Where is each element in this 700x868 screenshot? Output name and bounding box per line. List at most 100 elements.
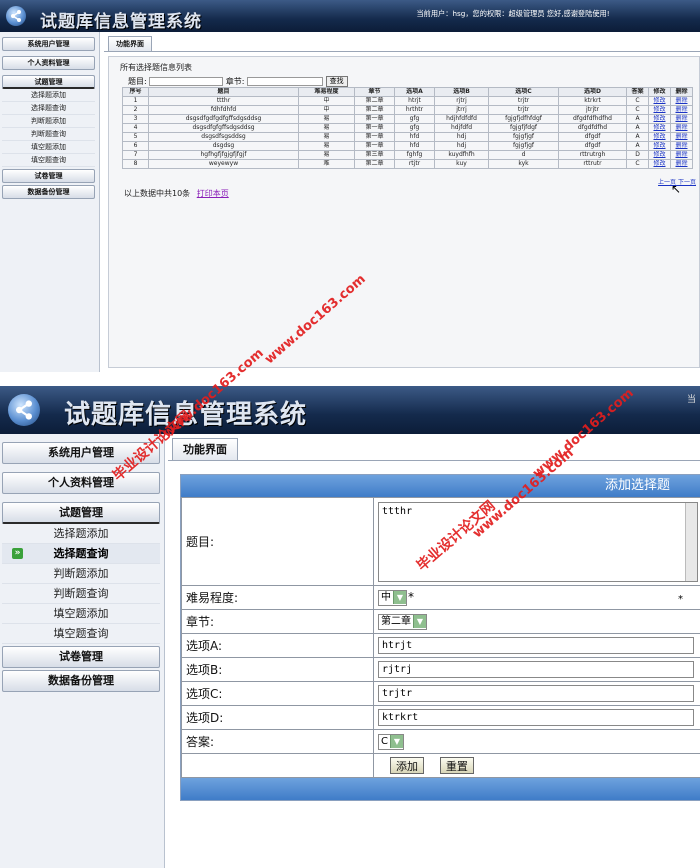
answer-cell: C ▼ <box>373 729 700 754</box>
add-button[interactable]: 添加 <box>390 757 424 774</box>
table-cell: 6 <box>122 141 149 151</box>
option-d-input[interactable]: ktrkrt <box>378 709 694 726</box>
edit-link[interactable]: 修改 <box>648 132 671 142</box>
table-header-row: 序号 题目 难易程度 章节 选项A 选项B 选项C 选项D 答案 修改 删除 <box>122 87 693 97</box>
title-textarea[interactable]: ttthr <box>378 501 698 582</box>
table-cell: dfgdf <box>558 141 627 151</box>
table-cell: dsgsdfsgsddsg <box>148 132 299 142</box>
edit-link[interactable]: 修改 <box>648 123 671 133</box>
table-cell: kuydfhfh <box>434 150 489 160</box>
table-cell: kyk <box>488 159 559 169</box>
table-cell: 第二章 <box>354 159 395 169</box>
edit-link[interactable]: 修改 <box>648 141 671 151</box>
sidebar-item-choice-add[interactable]: 选择题添加 <box>2 524 160 544</box>
table-header-cell: 答案 <box>626 87 649 97</box>
sidebar-section-exams[interactable]: 试卷管理 <box>2 169 95 183</box>
delete-link[interactable]: 删除 <box>670 105 693 115</box>
sidebar-item-choice-query[interactable]: 选择题查询 <box>2 102 95 115</box>
form-row-buttons: 添加 重置 <box>181 753 700 778</box>
sidebar-item-judge-query[interactable]: 判断题查询 <box>2 128 95 141</box>
table-cell: hfd <box>394 141 435 151</box>
sidebar-item-choice-query[interactable]: » 选择题查询 <box>2 544 160 564</box>
questions-table: 序号 题目 难易程度 章节 选项A 选项B 选项C 选项D 答案 修改 删除 1 ttthr 中第二章 h… <box>122 87 693 169</box>
print-page-link[interactable]: 打印本页 <box>197 189 229 198</box>
table-row: 2 fdhfdhfd 中第二章 hrthtr jtrrj trjtr jtrjtr C 修改 删除 <box>122 105 693 115</box>
tab-divider <box>104 51 700 52</box>
sidebar-section-questions[interactable]: 试题管理 <box>2 75 95 89</box>
edit-link[interactable]: 修改 <box>648 159 671 169</box>
sidebar-item-fill-add[interactable]: 填空题添加 <box>2 604 160 624</box>
form-table: 题目: ttthr 难易程度: 中 ▼ * 章节: 第二章 ▼ 选项A: htr… <box>181 497 700 778</box>
sidebar-section-questions[interactable]: 试题管理 <box>2 502 160 524</box>
tab-function[interactable]: 功能界面 <box>172 438 238 460</box>
sidebar-section-system-users[interactable]: 系统用户管理 <box>2 442 160 464</box>
option-a-label: 选项A: <box>181 633 374 658</box>
table-header-cell: 序号 <box>122 87 149 97</box>
option-c-label: 选项C: <box>181 681 374 706</box>
table-cell: 4 <box>122 123 149 133</box>
textarea-scrollbar[interactable] <box>685 502 697 581</box>
search-title-label: 题目: <box>128 77 147 86</box>
option-b-input[interactable]: rjtrj <box>378 661 694 678</box>
sidebar-section-system-users[interactable]: 系统用户管理 <box>2 37 95 51</box>
sidebar-item-label: 选择题查询 <box>53 547 109 560</box>
chapter-select[interactable]: 第二章 ▼ <box>378 613 427 630</box>
difficulty-select[interactable]: 中 ▼ <box>378 589 407 606</box>
table-cell: weyewyw <box>148 159 299 169</box>
sidebar-item-choice-add[interactable]: 选择题添加 <box>2 89 95 102</box>
table-cell: hdjhfdfdfd <box>434 114 489 124</box>
delete-link[interactable]: 删除 <box>670 141 693 151</box>
option-c-input[interactable]: trjtr <box>378 685 694 702</box>
table-cell: fghfg <box>394 150 435 160</box>
answer-select[interactable]: C ▼ <box>378 733 404 750</box>
delete-link[interactable]: 删除 <box>670 114 693 124</box>
option-a-input[interactable]: htrjt <box>378 637 694 654</box>
table-cell: 易 <box>298 123 355 133</box>
table-row: 1 ttthr 中第二章 htrjt rjtrj trjtr ktrkrt C 修改 删除 <box>122 96 693 106</box>
sidebar-item-fill-query[interactable]: 填空题查询 <box>2 624 160 644</box>
sidebar-item-fill-add[interactable]: 填空题添加 <box>2 141 95 154</box>
sidebar-item-judge-add[interactable]: 判断题添加 <box>2 564 160 584</box>
option-d-label: 选项D: <box>181 705 374 730</box>
table-cell: 1 <box>122 96 149 106</box>
difficulty-label: 难易程度: <box>181 585 374 610</box>
sidebar-item-judge-add[interactable]: 判断题添加 <box>2 115 95 128</box>
sidebar-section-profile[interactable]: 个人资料管理 <box>2 56 95 70</box>
main-area: 功能界面 添加选择题 题目: ttthr 难易程度: 中 ▼ * 章节: 第二章… <box>168 434 700 868</box>
app-header: 试题库信息管理系统 当前用户：hsg，您的权限：超级管理员 您好,感谢登陆使用! <box>0 0 700 32</box>
sidebar-section-backup[interactable]: 数据备份管理 <box>2 670 160 692</box>
sidebar-item-judge-query[interactable]: 判断题查询 <box>2 584 160 604</box>
edit-link[interactable]: 修改 <box>648 96 671 106</box>
reset-button[interactable]: 重置 <box>439 757 474 774</box>
sidebar-item-fill-query[interactable]: 填空题查询 <box>2 154 95 167</box>
search-title-input[interactable] <box>149 77 224 86</box>
table-cell: rtjtr <box>394 159 435 169</box>
table-cell: 易 <box>298 132 355 142</box>
table-cell: C <box>626 159 649 169</box>
delete-link[interactable]: 删除 <box>670 123 693 133</box>
delete-link[interactable]: 删除 <box>670 159 693 169</box>
table-cell: 第一章 <box>354 114 395 124</box>
sidebar: 系统用户管理 个人资料管理 试题管理 选择题添加 » 选择题查询 判断题添加 判… <box>0 434 165 868</box>
answer-value: C <box>381 735 388 747</box>
edit-link[interactable]: 修改 <box>648 105 671 115</box>
table-cell: dfgdf <box>558 132 627 142</box>
search-button[interactable]: 查找 <box>325 76 348 87</box>
search-chapter-input[interactable] <box>247 77 324 86</box>
option-a-cell: htrjt <box>373 633 700 658</box>
delete-link[interactable]: 删除 <box>670 96 693 106</box>
tab-function[interactable]: 功能界面 <box>108 36 152 51</box>
delete-link[interactable]: 删除 <box>670 132 693 142</box>
sidebar-section-backup[interactable]: 数据备份管理 <box>2 185 95 199</box>
table-cell: jtrrj <box>434 105 489 115</box>
option-c-cell: trjtr <box>373 681 700 706</box>
edit-link[interactable]: 修改 <box>648 150 671 160</box>
table-cell: A <box>626 123 649 133</box>
table-cell: 5 <box>122 132 149 142</box>
sidebar-section-profile[interactable]: 个人资料管理 <box>2 472 160 494</box>
table-row: 3 dsgsdfgdfgdfgffsdgsddsg 易第一章 gfg hdjhfdfdf… <box>122 114 693 124</box>
sidebar-section-exams[interactable]: 试卷管理 <box>2 646 160 668</box>
table-cell: 中 <box>298 96 355 106</box>
edit-link[interactable]: 修改 <box>648 114 671 124</box>
delete-link[interactable]: 删除 <box>670 150 693 160</box>
